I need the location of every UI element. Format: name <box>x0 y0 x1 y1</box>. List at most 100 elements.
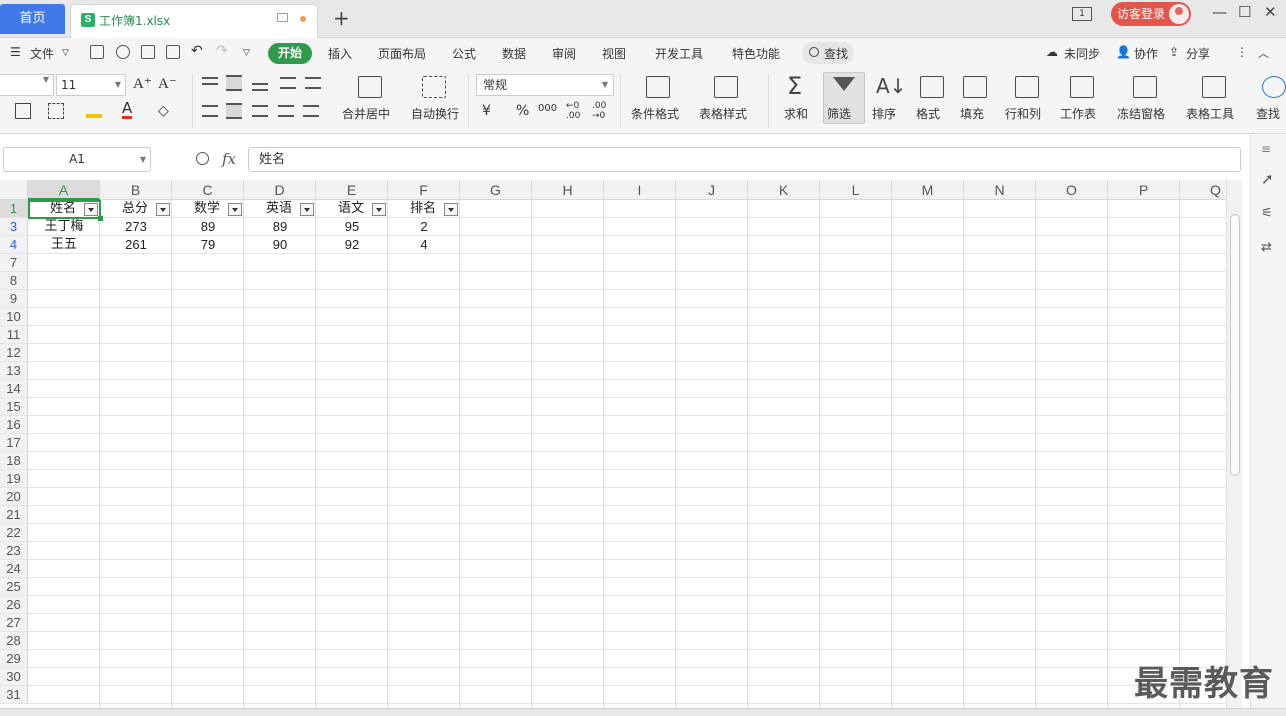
thousands-icon[interactable]: 000 <box>538 103 557 114</box>
monitor-icon[interactable] <box>277 13 288 22</box>
row-header[interactable]: 25 <box>0 578 28 596</box>
column-header-d[interactable]: D <box>244 180 316 200</box>
search-box[interactable]: 查找 <box>802 42 854 64</box>
data-cell[interactable]: 89 <box>244 218 316 236</box>
number-format-select[interactable]: 常规 ▼ <box>476 74 614 96</box>
column-header-j[interactable]: J <box>676 180 748 200</box>
column-header-b[interactable]: B <box>100 180 172 200</box>
row-header[interactable]: 1 <box>0 200 28 218</box>
find-icon[interactable] <box>1262 76 1286 98</box>
add-tab-button[interactable]: + <box>333 6 350 30</box>
column-header-p[interactable]: P <box>1108 180 1180 200</box>
font-name-select[interactable]: ▼ <box>0 74 54 96</box>
file-tab[interactable]: S 工作簿1.xlsx <box>70 4 318 38</box>
column-header-f[interactable]: F <box>388 180 460 200</box>
data-cell[interactable]: 2 <box>388 218 460 236</box>
print-preview-icon[interactable] <box>166 45 180 59</box>
format-painter-icon[interactable] <box>116 45 130 59</box>
save-icon[interactable] <box>90 45 104 59</box>
undo-icon[interactable]: ↶ <box>191 43 203 59</box>
row-header[interactable]: 8 <box>0 272 28 290</box>
name-box[interactable]: A1 ▼ <box>3 147 151 172</box>
data-cell[interactable]: 92 <box>316 236 388 254</box>
row-header[interactable]: 4 <box>0 236 28 254</box>
maximize-button[interactable]: ☐ <box>1238 3 1251 21</box>
row-header[interactable]: 23 <box>0 542 28 560</box>
customize-chevron-icon[interactable]: ▽ <box>243 48 250 58</box>
distribute-icon[interactable] <box>303 105 319 117</box>
table-style-label[interactable]: 表格样式 <box>699 105 747 122</box>
justify-icon[interactable] <box>278 105 294 117</box>
increase-font-icon[interactable]: A⁺ <box>133 74 152 93</box>
header-cell[interactable]: 英语 <box>244 200 298 218</box>
data-cell[interactable]: 79 <box>172 236 244 254</box>
row-header[interactable]: 9 <box>0 290 28 308</box>
row-header[interactable]: 19 <box>0 470 28 488</box>
percent-icon[interactable]: % <box>516 103 529 119</box>
rows-cols-icon[interactable] <box>1015 76 1039 98</box>
row-header[interactable]: 27 <box>0 614 28 632</box>
wrap-text-icon[interactable] <box>422 76 446 98</box>
collapse-ribbon-icon[interactable]: ︿ <box>1258 45 1269 61</box>
filter-dropdown-icon[interactable] <box>228 203 242 216</box>
row-header[interactable]: 18 <box>0 452 28 470</box>
merge-center-label[interactable]: 合并居中 <box>342 105 390 122</box>
column-header-n[interactable]: N <box>964 180 1036 200</box>
print-icon[interactable] <box>141 45 155 59</box>
tab-formula[interactable]: 公式 <box>452 45 476 62</box>
collaborate-button[interactable]: 协作 <box>1134 45 1158 62</box>
row-header[interactable]: 3 <box>0 218 28 236</box>
vertical-scrollbar[interactable] <box>1226 180 1242 708</box>
data-cell[interactable]: 273 <box>100 218 172 236</box>
minimize-button[interactable]: — <box>1212 3 1227 21</box>
row-header[interactable]: 13 <box>0 362 28 380</box>
filter-dropdown-icon[interactable] <box>372 203 386 216</box>
table-tools-icon[interactable] <box>1202 76 1226 98</box>
column-header-g[interactable]: G <box>460 180 532 200</box>
fill-icon[interactable] <box>963 76 987 98</box>
sort-icon[interactable]: A↓ <box>876 74 906 98</box>
tab-data[interactable]: 数据 <box>502 45 526 62</box>
data-cell[interactable]: 261 <box>100 236 172 254</box>
cell-style-icon[interactable] <box>48 103 64 119</box>
font-color-icon[interactable]: A <box>122 101 133 119</box>
home-tab[interactable]: 首页 <box>0 4 65 34</box>
data-cell[interactable]: 90 <box>244 236 316 254</box>
sum-label[interactable]: 求和 <box>784 105 808 122</box>
row-header[interactable]: 11 <box>0 326 28 344</box>
login-button[interactable]: 访客登录 <box>1111 2 1191 26</box>
increase-decimal-icon[interactable]: ←0 .00 <box>566 101 588 121</box>
share-button[interactable]: 分享 <box>1186 45 1210 62</box>
rows-cols-label[interactable]: 行和列 <box>1005 105 1041 122</box>
row-header[interactable]: 12 <box>0 344 28 362</box>
filter-button[interactable]: 筛选 <box>823 72 865 124</box>
find-label[interactable]: 查找 <box>1256 105 1280 122</box>
data-cell[interactable]: 王五 <box>28 236 100 254</box>
fill-label[interactable]: 填充 <box>960 105 984 122</box>
transfer-icon[interactable]: ⇄ <box>1261 240 1272 255</box>
border-icon[interactable] <box>15 103 31 119</box>
wrap-text-label[interactable]: 自动换行 <box>411 105 459 122</box>
column-header-k[interactable]: K <box>748 180 820 200</box>
data-cell[interactable]: 89 <box>172 218 244 236</box>
tab-features[interactable]: 特色功能 <box>732 45 780 62</box>
font-size-select[interactable]: 11 ▼ <box>56 74 126 96</box>
panel-menu-icon[interactable]: ≡ <box>1261 142 1271 156</box>
merge-center-icon[interactable] <box>358 76 382 98</box>
column-header-q[interactable]: Q <box>1180 180 1226 200</box>
row-header[interactable]: 10 <box>0 308 28 326</box>
row-header[interactable]: 7 <box>0 254 28 272</box>
row-header[interactable]: 14 <box>0 380 28 398</box>
conditional-format-label[interactable]: 条件格式 <box>631 105 679 122</box>
sum-icon[interactable]: Σ <box>787 72 802 100</box>
row-header[interactable]: 24 <box>0 560 28 578</box>
freeze-panes-icon[interactable] <box>1133 76 1157 98</box>
eraser-icon[interactable]: ◇ <box>158 103 169 119</box>
format-label[interactable]: 格式 <box>916 105 940 122</box>
chevron-down-icon[interactable]: ▽ <box>62 48 69 58</box>
tab-page-layout[interactable]: 页面布局 <box>378 45 426 62</box>
row-header[interactable]: 29 <box>0 650 28 668</box>
zoom-icon[interactable] <box>196 152 209 165</box>
tab-review[interactable]: 审阅 <box>552 45 576 62</box>
header-cell[interactable]: 排名 <box>388 200 442 218</box>
